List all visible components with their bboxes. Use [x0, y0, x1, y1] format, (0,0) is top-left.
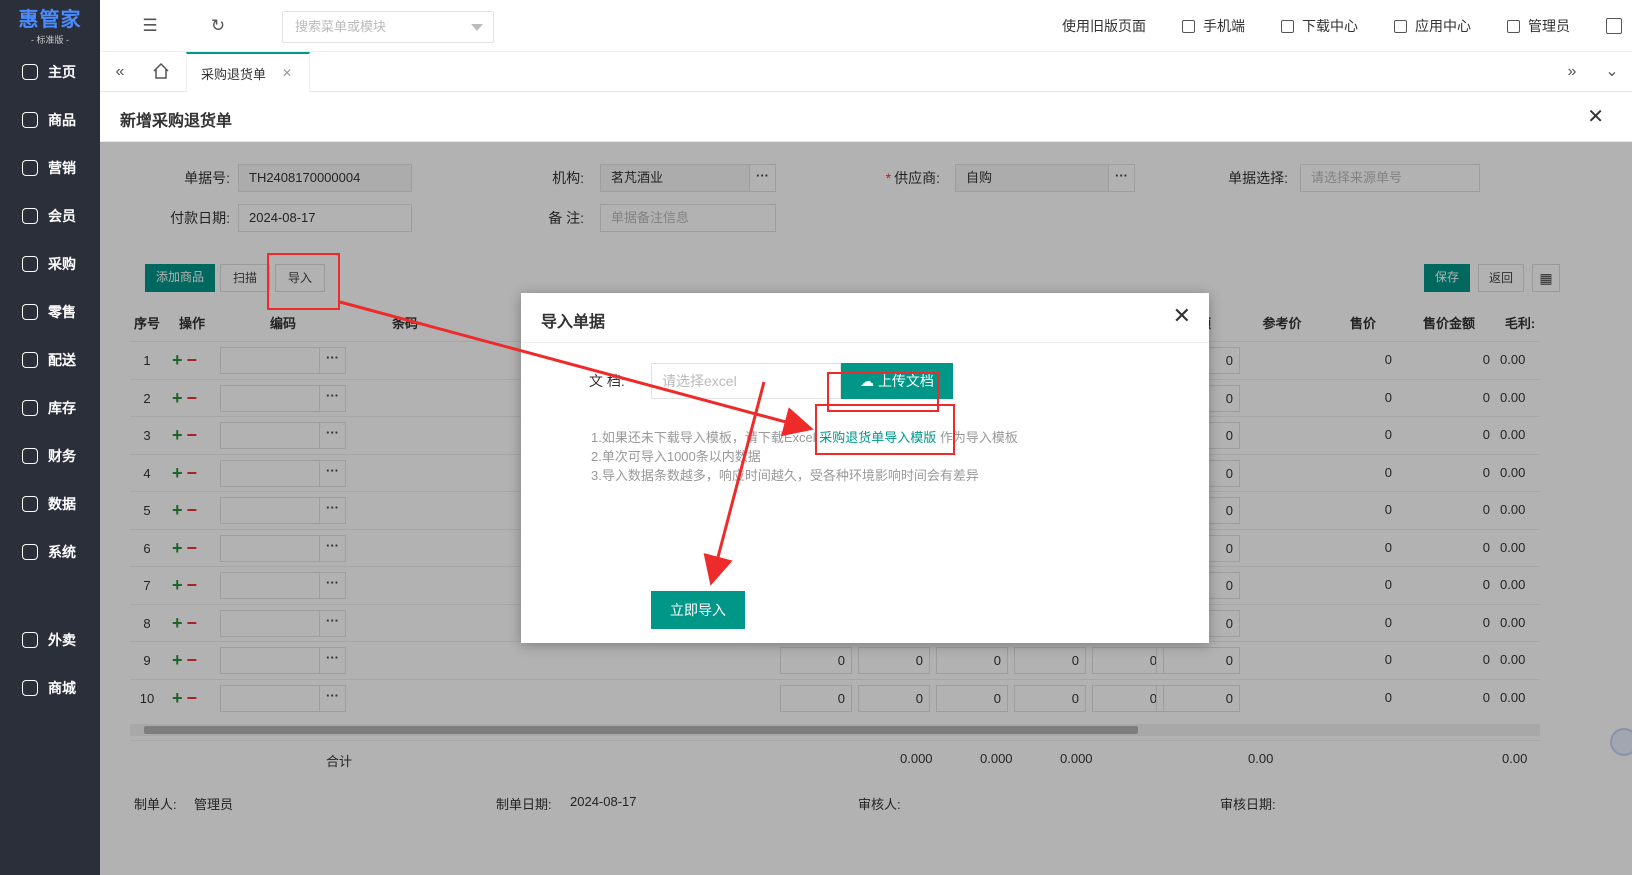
sidebar-item-bag[interactable]: 零售 [0, 288, 100, 336]
home-tab-icon[interactable] [152, 62, 170, 80]
tab-menu-chevron-icon[interactable]: ⌄ [1592, 52, 1632, 92]
note-line-3: 3.导入数据条数越多，响应时间越久，受各种环境影响时间会有差异 [591, 468, 979, 483]
sidebar-item-label: 采购 [48, 256, 76, 272]
chevron-down-icon [471, 24, 483, 31]
menu-search-select[interactable]: 搜索菜单或模块 [282, 11, 494, 43]
sidebar-item-settings[interactable]: 系统 [0, 528, 100, 576]
sidebar-item-cart[interactable]: 采购 [0, 240, 100, 288]
sidebar-item-label: 商城 [48, 680, 76, 696]
sidebar-item-truck[interactable]: 配送 [0, 336, 100, 384]
tab-close-icon[interactable]: ✕ [282, 66, 292, 80]
app-logo[interactable]: 惠管家 - 标准版 - [0, 0, 100, 48]
data-icon [22, 496, 38, 512]
modal-header: 导入单据 ✕ [521, 293, 1209, 343]
finance-icon [22, 448, 38, 464]
top-link-label: 管理员 [1528, 18, 1570, 34]
sidebar-item-label: 商品 [48, 112, 76, 128]
logout-icon[interactable] [1606, 18, 1622, 34]
diamond-icon [22, 208, 38, 224]
sidebar-item-chart[interactable]: 营销 [0, 144, 100, 192]
file-input[interactable]: 请选择excel [651, 363, 841, 399]
refresh-icon[interactable]: ↻ [208, 16, 228, 36]
tab-label: 采购退货单 [201, 66, 267, 82]
sidebar-item-label: 库存 [48, 400, 76, 416]
sidebar-item-data[interactable]: 数据 [0, 480, 100, 528]
import-modal: 导入单据 ✕ 文 档: 请选择excel ☁ 上传文档 1.如果还未下载导入模板… [521, 293, 1209, 643]
download-icon [1281, 19, 1294, 33]
sidebar-item-home[interactable]: 主页 [0, 48, 100, 96]
sidebar-item-label: 营销 [48, 160, 76, 176]
sidebar-item-store[interactable]: 商城 [0, 664, 100, 712]
tab-scroll-left-icon[interactable]: « [100, 52, 140, 92]
top-link-4[interactable]: 管理员 [1507, 16, 1570, 36]
top-link-2[interactable]: 下载中心 [1281, 16, 1358, 36]
tab-purchase-return[interactable]: 采购退货单 ✕ [186, 52, 310, 92]
cart-icon [22, 256, 38, 272]
sidebar-item-label: 会员 [48, 208, 76, 224]
modal-title: 导入单据 [541, 314, 606, 331]
sidebar-item-label: 财务 [48, 448, 76, 464]
annotation-box-import [267, 253, 340, 310]
chart-icon [22, 160, 38, 176]
sidebar: 惠管家 - 标准版 - 主页商品营销会员采购零售配送库存财务数据系统 外卖商城 [0, 0, 100, 875]
top-link-label: 使用旧版页面 [1062, 18, 1146, 34]
delivery-icon [22, 632, 38, 648]
user-icon [1507, 19, 1520, 33]
bag-icon [22, 304, 38, 320]
logo-title: 惠管家 [18, 8, 82, 31]
store-icon [22, 680, 38, 696]
top-link-label: 手机端 [1203, 18, 1245, 34]
logo-subtitle: - 标准版 - [31, 34, 69, 45]
tab-bar: « 采购退货单 ✕ » ⌄ [100, 52, 1632, 92]
page-header: 新增采购退货单 ✕ [100, 92, 1632, 142]
settings-icon [22, 544, 38, 560]
page-title: 新增采购退货单 [120, 113, 233, 130]
apps-icon [1394, 19, 1407, 33]
sidebar-item-label: 主页 [48, 64, 76, 80]
file-label: 文 档: [589, 373, 625, 389]
search-placeholder: 搜索菜单或模块 [295, 19, 387, 34]
annotation-box-upload [827, 372, 939, 412]
sidebar-item-finance[interactable]: 财务 [0, 432, 100, 480]
cube-icon [22, 112, 38, 128]
sidebar-item-label: 外卖 [48, 632, 76, 648]
sidebar-item-label: 数据 [48, 496, 76, 512]
top-link-label: 应用中心 [1415, 18, 1471, 34]
sidebar-item-diamond[interactable]: 会员 [0, 192, 100, 240]
phone-icon [1182, 19, 1195, 33]
sidebar-item-label: 零售 [48, 304, 76, 320]
tab-scroll-right-icon[interactable]: » [1552, 52, 1592, 92]
sidebar-item-label: 配送 [48, 352, 76, 368]
sidebar-item-cube[interactable]: 商品 [0, 96, 100, 144]
sidebar-item-label: 系统 [48, 544, 76, 560]
sidebar-item-delivery[interactable]: 外卖 [0, 616, 100, 664]
menu-toggle-icon[interactable]: ☰ [140, 16, 160, 36]
box-icon [22, 400, 38, 416]
import-now-button[interactable]: 立即导入 [651, 591, 745, 629]
page-close-icon[interactable]: ✕ [1587, 104, 1604, 129]
sidebar-item-box[interactable]: 库存 [0, 384, 100, 432]
top-link-label: 下载中心 [1302, 18, 1358, 34]
note1-prefix: 1.如果还未下载导入模板，请下载Excel [591, 430, 816, 445]
home-icon [22, 64, 38, 80]
top-bar: ☰ ↻ 搜索菜单或模块 使用旧版页面 手机端 下载中心 应用中心 管理员 [100, 0, 1632, 52]
modal-close-icon[interactable]: ✕ [1173, 303, 1191, 329]
top-link-1[interactable]: 手机端 [1182, 16, 1245, 36]
top-link-3[interactable]: 应用中心 [1394, 16, 1471, 36]
truck-icon [22, 352, 38, 368]
top-link-0[interactable]: 使用旧版页面 [1062, 16, 1146, 36]
